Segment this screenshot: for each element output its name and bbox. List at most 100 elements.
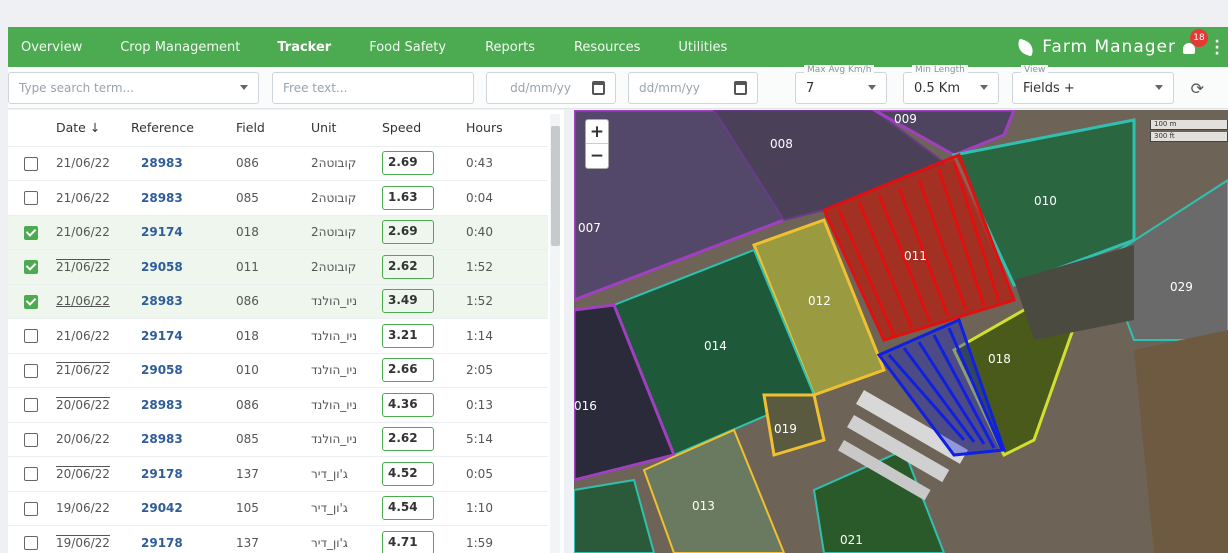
row-checkbox[interactable] bbox=[24, 467, 38, 481]
date-value: 21/06/22 bbox=[56, 294, 110, 309]
row-checkbox[interactable] bbox=[24, 260, 38, 274]
min-length-value: 0.5 Km bbox=[914, 80, 960, 96]
reference-link[interactable]: 29178 bbox=[141, 536, 183, 550]
tab-food-safety[interactable]: Food Safety bbox=[369, 27, 446, 67]
min-length-select[interactable]: Min Length 0.5 Km bbox=[903, 65, 999, 104]
brand-logo[interactable]: Farm Manager bbox=[1015, 27, 1176, 67]
tab-reports[interactable]: Reports bbox=[485, 27, 535, 67]
reference-link[interactable]: 29174 bbox=[141, 329, 183, 343]
reference-link[interactable]: 28983 bbox=[141, 294, 183, 308]
column-header-date[interactable]: Date ↓ bbox=[56, 110, 131, 146]
reference-link[interactable]: 28983 bbox=[141, 191, 183, 205]
row-checkbox[interactable] bbox=[24, 329, 38, 343]
speed-cell: 4.52 bbox=[382, 456, 466, 491]
table-row[interactable]: 21/06/22 28983 086 2קובוטה 2.69 0:43 bbox=[8, 145, 548, 181]
hours-cell: 0:04 bbox=[466, 180, 548, 215]
unit-cell: ג'ון_דיר bbox=[311, 525, 382, 553]
reference-cell: 29058 bbox=[131, 249, 236, 284]
map-canvas[interactable]: 009 008 007 010 011 012 014 018 029 016 … bbox=[574, 110, 1228, 553]
tab-crop-management[interactable]: Crop Management bbox=[120, 27, 240, 67]
unit-cell: 2קובוטה bbox=[311, 249, 382, 284]
speed-value: 3.21 bbox=[382, 323, 434, 348]
reference-cell: 29174 bbox=[131, 214, 236, 250]
date-from-input[interactable]: dd/mm/yy bbox=[486, 72, 616, 104]
zoom-in-button[interactable]: + bbox=[586, 120, 608, 144]
search-select[interactable]: Type search term... bbox=[8, 72, 259, 104]
row-checkbox[interactable] bbox=[24, 432, 38, 447]
reference-link[interactable]: 29174 bbox=[141, 225, 183, 239]
zoom-control: + − bbox=[585, 119, 609, 169]
row-select-cell bbox=[8, 421, 56, 457]
table-row[interactable]: 19/06/22 29178 137 ג'ון_דיר 4.71 1:59 bbox=[8, 525, 548, 553]
reference-link[interactable]: 29178 bbox=[141, 467, 183, 481]
date-value: 21/06/22 bbox=[56, 328, 110, 343]
zoom-out-button[interactable]: − bbox=[586, 144, 608, 168]
row-checkbox[interactable] bbox=[24, 191, 38, 205]
notifications-button[interactable]: 18 bbox=[1180, 29, 1208, 57]
field-label: 019 bbox=[774, 422, 797, 436]
calendar-icon[interactable] bbox=[592, 81, 605, 95]
speed-cell: 1.63 bbox=[382, 180, 466, 215]
column-header-unit[interactable]: Unit bbox=[311, 110, 382, 146]
reference-link[interactable]: 28983 bbox=[141, 398, 183, 412]
reference-link[interactable]: 29058 bbox=[141, 363, 183, 377]
field-cell: 086 bbox=[236, 145, 311, 181]
table-row[interactable]: 20/06/22 28983 085 ניו_הולנד 2.62 5:14 bbox=[8, 421, 548, 457]
tab-resources[interactable]: Resources bbox=[574, 27, 640, 67]
date-value: 19/06/22 bbox=[56, 501, 110, 516]
field-cell: 010 bbox=[236, 352, 311, 388]
table-row[interactable]: 19/06/22 29042 105 ג'ון_דיר 4.54 1:10 bbox=[8, 490, 548, 526]
hours-cell: 1:52 bbox=[466, 249, 548, 284]
column-header-speed[interactable]: Speed bbox=[382, 110, 466, 146]
speed-value: 4.52 bbox=[382, 461, 434, 486]
speed-value: 2.62 bbox=[382, 254, 434, 279]
row-checkbox[interactable] bbox=[24, 294, 38, 309]
calendar-icon[interactable] bbox=[734, 81, 747, 95]
tab-overview[interactable]: Overview bbox=[21, 27, 82, 67]
field-cell: 011 bbox=[236, 249, 311, 284]
column-header-field[interactable]: Field bbox=[236, 110, 311, 146]
table-scrollbar[interactable] bbox=[550, 114, 560, 553]
row-checkbox[interactable] bbox=[24, 225, 38, 240]
reference-link[interactable]: 28983 bbox=[141, 432, 183, 446]
column-header-hours[interactable]: Hours bbox=[466, 110, 548, 146]
table-row[interactable]: 21/06/22 29174 018 ניו_הולנד 3.21 1:14 bbox=[8, 318, 548, 353]
date-cell: 21/06/22 bbox=[56, 318, 131, 353]
view-select[interactable]: View Fields + bbox=[1012, 65, 1174, 104]
field-cell: 085 bbox=[236, 421, 311, 457]
row-checkbox[interactable] bbox=[24, 363, 38, 378]
field-label: 021 bbox=[840, 533, 863, 547]
scrollbar-thumb[interactable] bbox=[551, 126, 560, 246]
tab-tracker[interactable]: Tracker bbox=[277, 27, 331, 67]
row-checkbox[interactable] bbox=[24, 536, 38, 551]
column-header-reference[interactable]: Reference bbox=[131, 110, 236, 146]
brand-name: Farm Manager bbox=[1042, 37, 1176, 57]
table-row[interactable]: 21/06/22 29058 010 ניו_הולנד 2.66 2:05 bbox=[8, 352, 548, 388]
tab-utilities[interactable]: Utilities bbox=[678, 27, 727, 67]
row-select-cell bbox=[8, 525, 56, 553]
table-row[interactable]: 21/06/22 29058 011 2קובוטה 2.62 1:52 bbox=[8, 249, 548, 284]
reference-link[interactable]: 29042 bbox=[141, 501, 183, 515]
satellite-map[interactable]: 009 008 007 010 011 012 014 018 029 016 … bbox=[574, 110, 1228, 553]
refresh-icon[interactable]: ⟳ bbox=[1191, 79, 1204, 98]
table-row[interactable]: 20/06/22 29178 137 ג'ון_דיר 4.52 0:05 bbox=[8, 456, 548, 491]
table-row[interactable]: 21/06/22 29174 018 2קובוטה 2.69 0:40 bbox=[8, 214, 548, 250]
row-checkbox[interactable] bbox=[24, 398, 38, 412]
reference-link[interactable]: 29058 bbox=[141, 260, 183, 274]
table-row[interactable]: 21/06/22 28983 086 ניו_הולנד 3.49 1:52 bbox=[8, 283, 548, 319]
date-to-placeholder: dd/mm/yy bbox=[639, 81, 700, 95]
more-menu-icon[interactable]: · · · bbox=[1214, 35, 1220, 61]
field-label: 010 bbox=[1034, 194, 1057, 208]
date-cell: 21/06/22 bbox=[56, 180, 131, 215]
date-to-input[interactable]: dd/mm/yy bbox=[628, 72, 758, 104]
table-row[interactable]: 21/06/22 28983 085 2קובוטה 1.63 0:04 bbox=[8, 180, 548, 215]
table-row[interactable]: 20/06/22 28983 086 ניו_הולנד 4.36 0:13 bbox=[8, 387, 548, 422]
row-checkbox[interactable] bbox=[24, 501, 38, 516]
free-text-input[interactable]: Free text... bbox=[272, 72, 474, 104]
speed-value: 3.49 bbox=[382, 289, 434, 314]
field-cell: 105 bbox=[236, 490, 311, 526]
row-checkbox[interactable] bbox=[24, 156, 38, 171]
reference-link[interactable]: 28983 bbox=[141, 156, 183, 170]
hours-cell: 1:10 bbox=[466, 490, 548, 526]
max-avg-speed-select[interactable]: Max Avg Km/h 7 bbox=[795, 65, 887, 104]
